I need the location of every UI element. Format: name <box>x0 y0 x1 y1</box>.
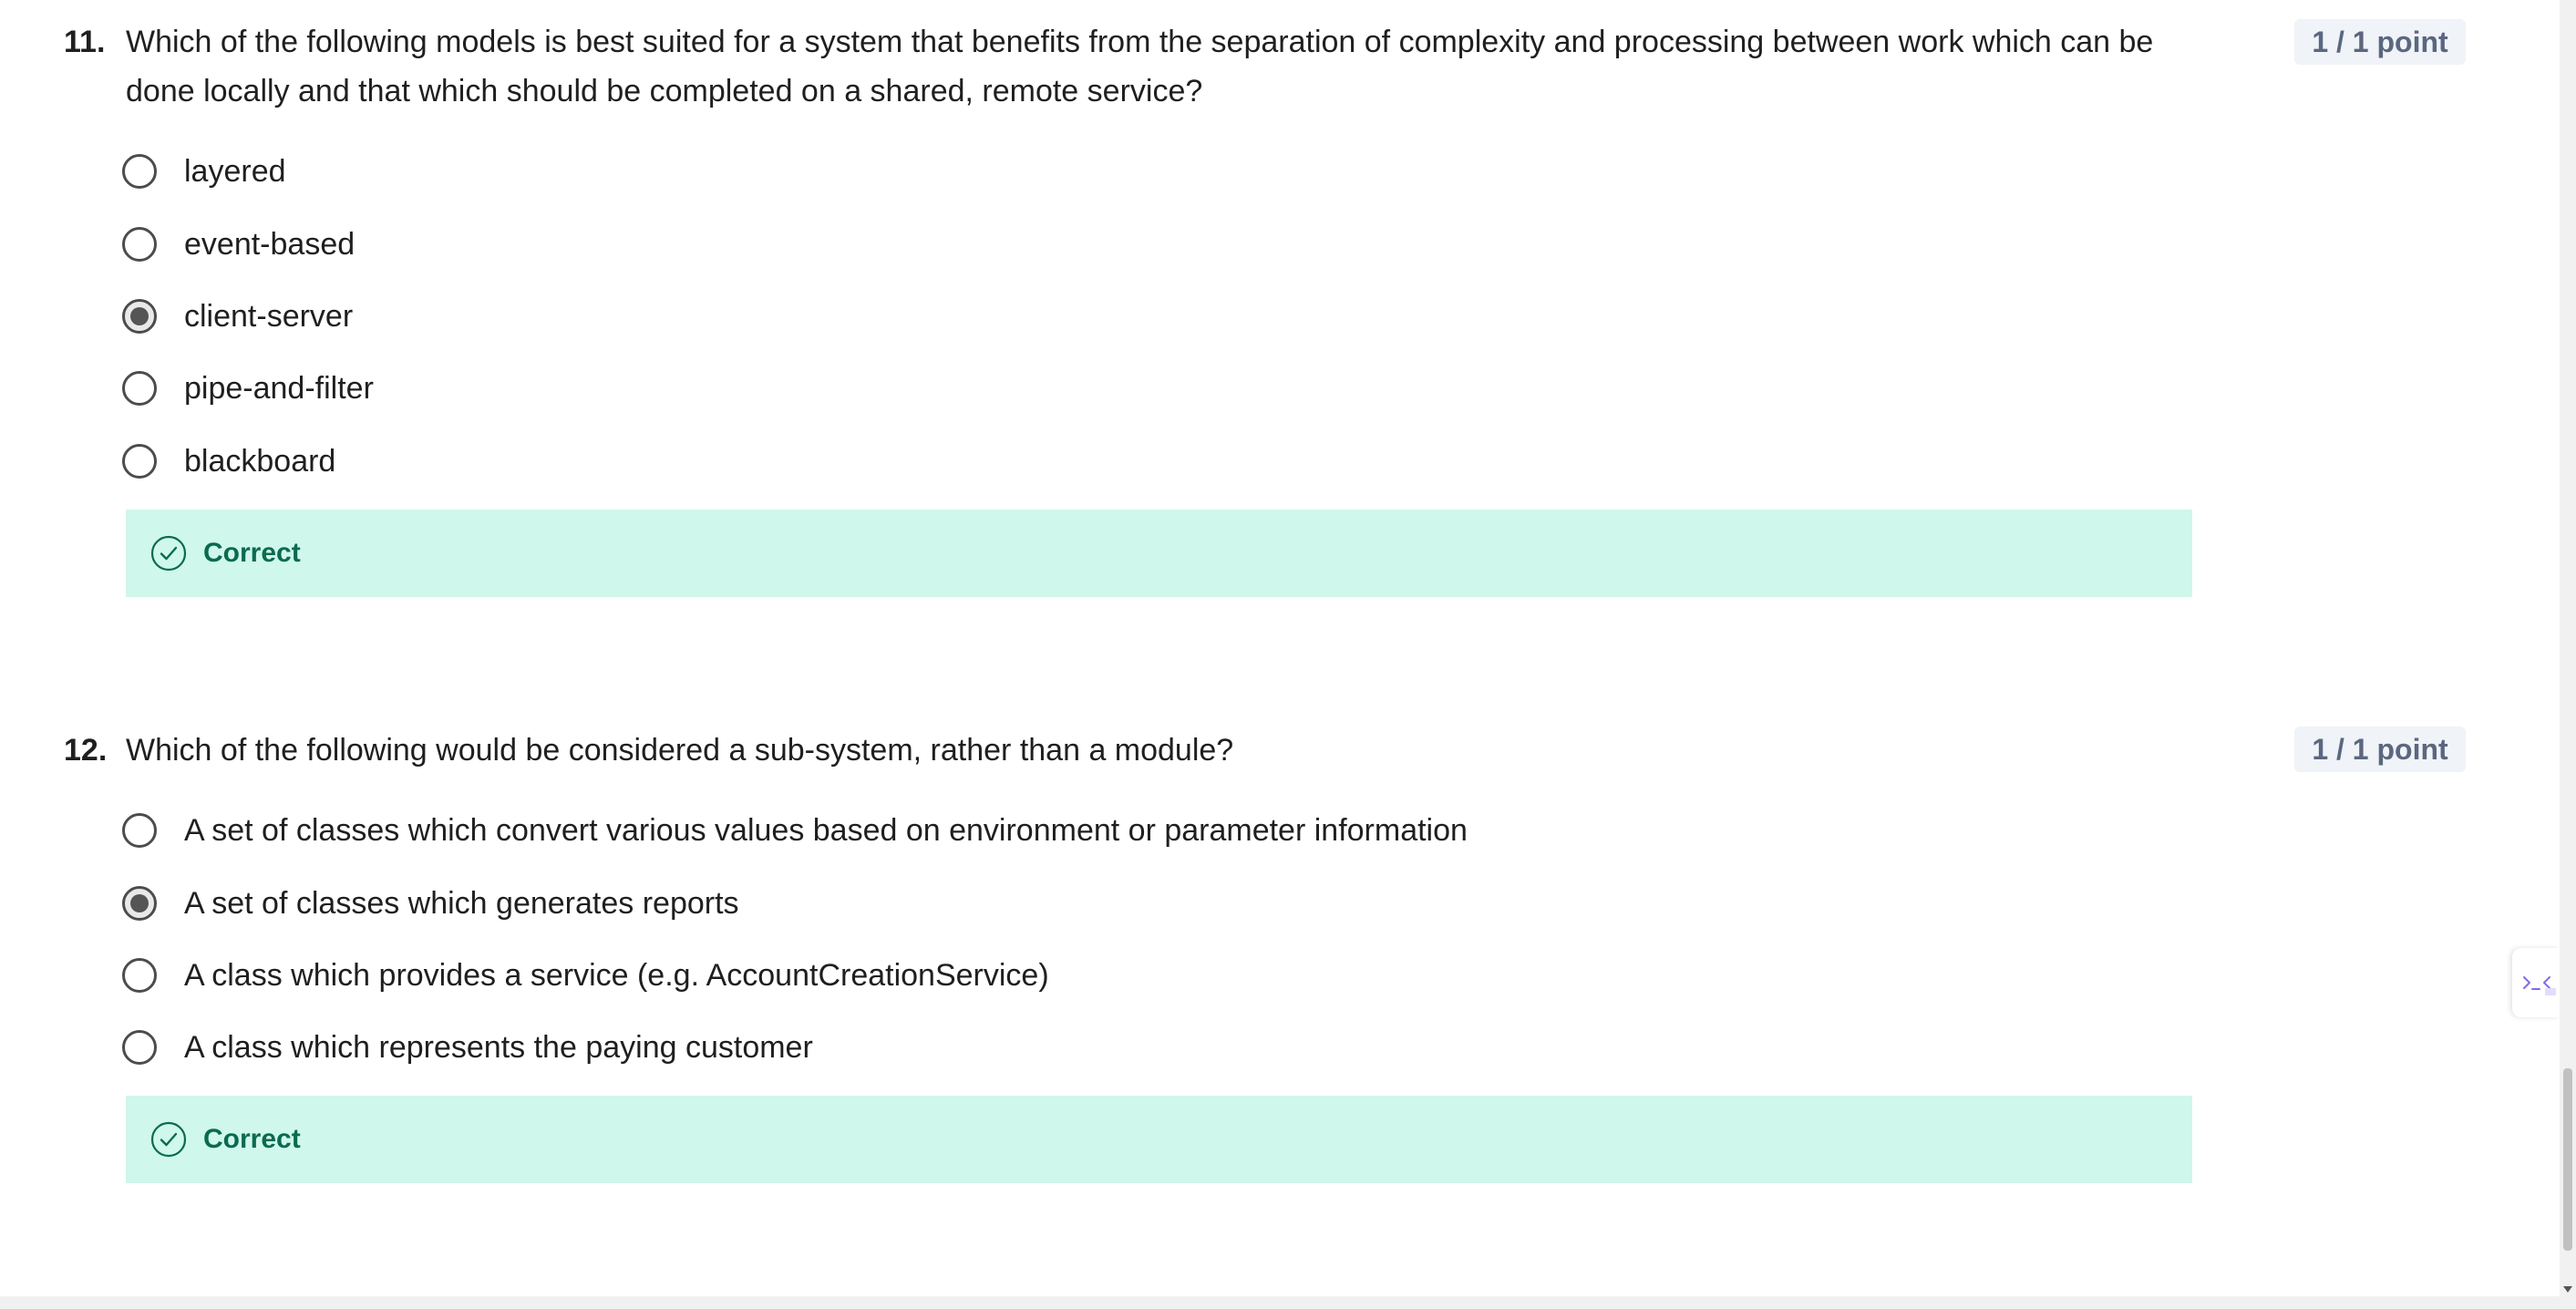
points-badge: 1 / 1 point <box>2294 19 2466 65</box>
radio-option[interactable]: A class which represents the paying cust… <box>122 1025 813 1070</box>
option-label: pipe-and-filter <box>184 370 374 406</box>
option-label: A set of classes which convert various v… <box>184 812 1468 848</box>
check-circle-icon <box>150 535 187 572</box>
radio-button[interactable] <box>122 371 157 406</box>
option-label: A class which provides a service (e.g. A… <box>184 957 1049 993</box>
radio-option[interactable]: A set of classes which convert various v… <box>122 808 1468 853</box>
radio-button[interactable] <box>122 227 157 262</box>
radio-option[interactable]: layered <box>122 149 286 194</box>
question-text: Which of the following models is best su… <box>126 25 2154 108</box>
radio-button[interactable] <box>122 958 157 993</box>
radio-button[interactable] <box>122 813 157 848</box>
option-label: event-based <box>184 226 355 262</box>
check-circle-icon <box>150 1121 187 1158</box>
feedback-banner: Correct <box>126 1096 2192 1183</box>
question-text: Which of the following would be consider… <box>126 733 1234 768</box>
option-label: blackboard <box>184 443 336 479</box>
radio-option[interactable]: A class which provides a service (e.g. A… <box>122 953 1049 998</box>
radio-button[interactable] <box>122 444 157 479</box>
radio-option[interactable]: event-based <box>122 222 355 267</box>
radio-button[interactable] <box>122 154 157 189</box>
radio-button[interactable] <box>122 1030 157 1065</box>
option-label: layered <box>184 153 286 189</box>
radio-option[interactable]: pipe-and-filter <box>122 366 374 411</box>
radio-button-selected[interactable] <box>122 299 157 334</box>
quiz-page: 11. Which of the following models is bes… <box>0 0 2560 1296</box>
assistant-widget[interactable] <box>2512 948 2560 1017</box>
radio-button-selected[interactable] <box>122 886 157 921</box>
radio-option[interactable]: client-server <box>122 294 353 339</box>
scroll-down-arrow-icon[interactable] <box>2563 1286 2572 1293</box>
scrollbar-thumb[interactable] <box>2563 1068 2572 1251</box>
question-number: 12. <box>64 733 108 768</box>
assistant-icon <box>2523 976 2556 995</box>
radio-option[interactable]: A set of classes which generates reports <box>122 881 739 926</box>
vertical-scrollbar[interactable] <box>2560 0 2576 1296</box>
feedback-label: Correct <box>203 538 301 568</box>
question-number: 11. <box>64 25 106 59</box>
option-label: A class which represents the paying cust… <box>184 1029 813 1065</box>
radio-option[interactable]: blackboard <box>122 438 335 484</box>
feedback-label: Correct <box>203 1124 301 1154</box>
horizontal-scrollbar[interactable] <box>0 1296 2576 1309</box>
option-label: A set of classes which generates reports <box>184 885 739 921</box>
feedback-banner: Correct <box>126 510 2192 597</box>
points-badge: 1 / 1 point <box>2294 727 2466 772</box>
option-label: client-server <box>184 298 354 334</box>
